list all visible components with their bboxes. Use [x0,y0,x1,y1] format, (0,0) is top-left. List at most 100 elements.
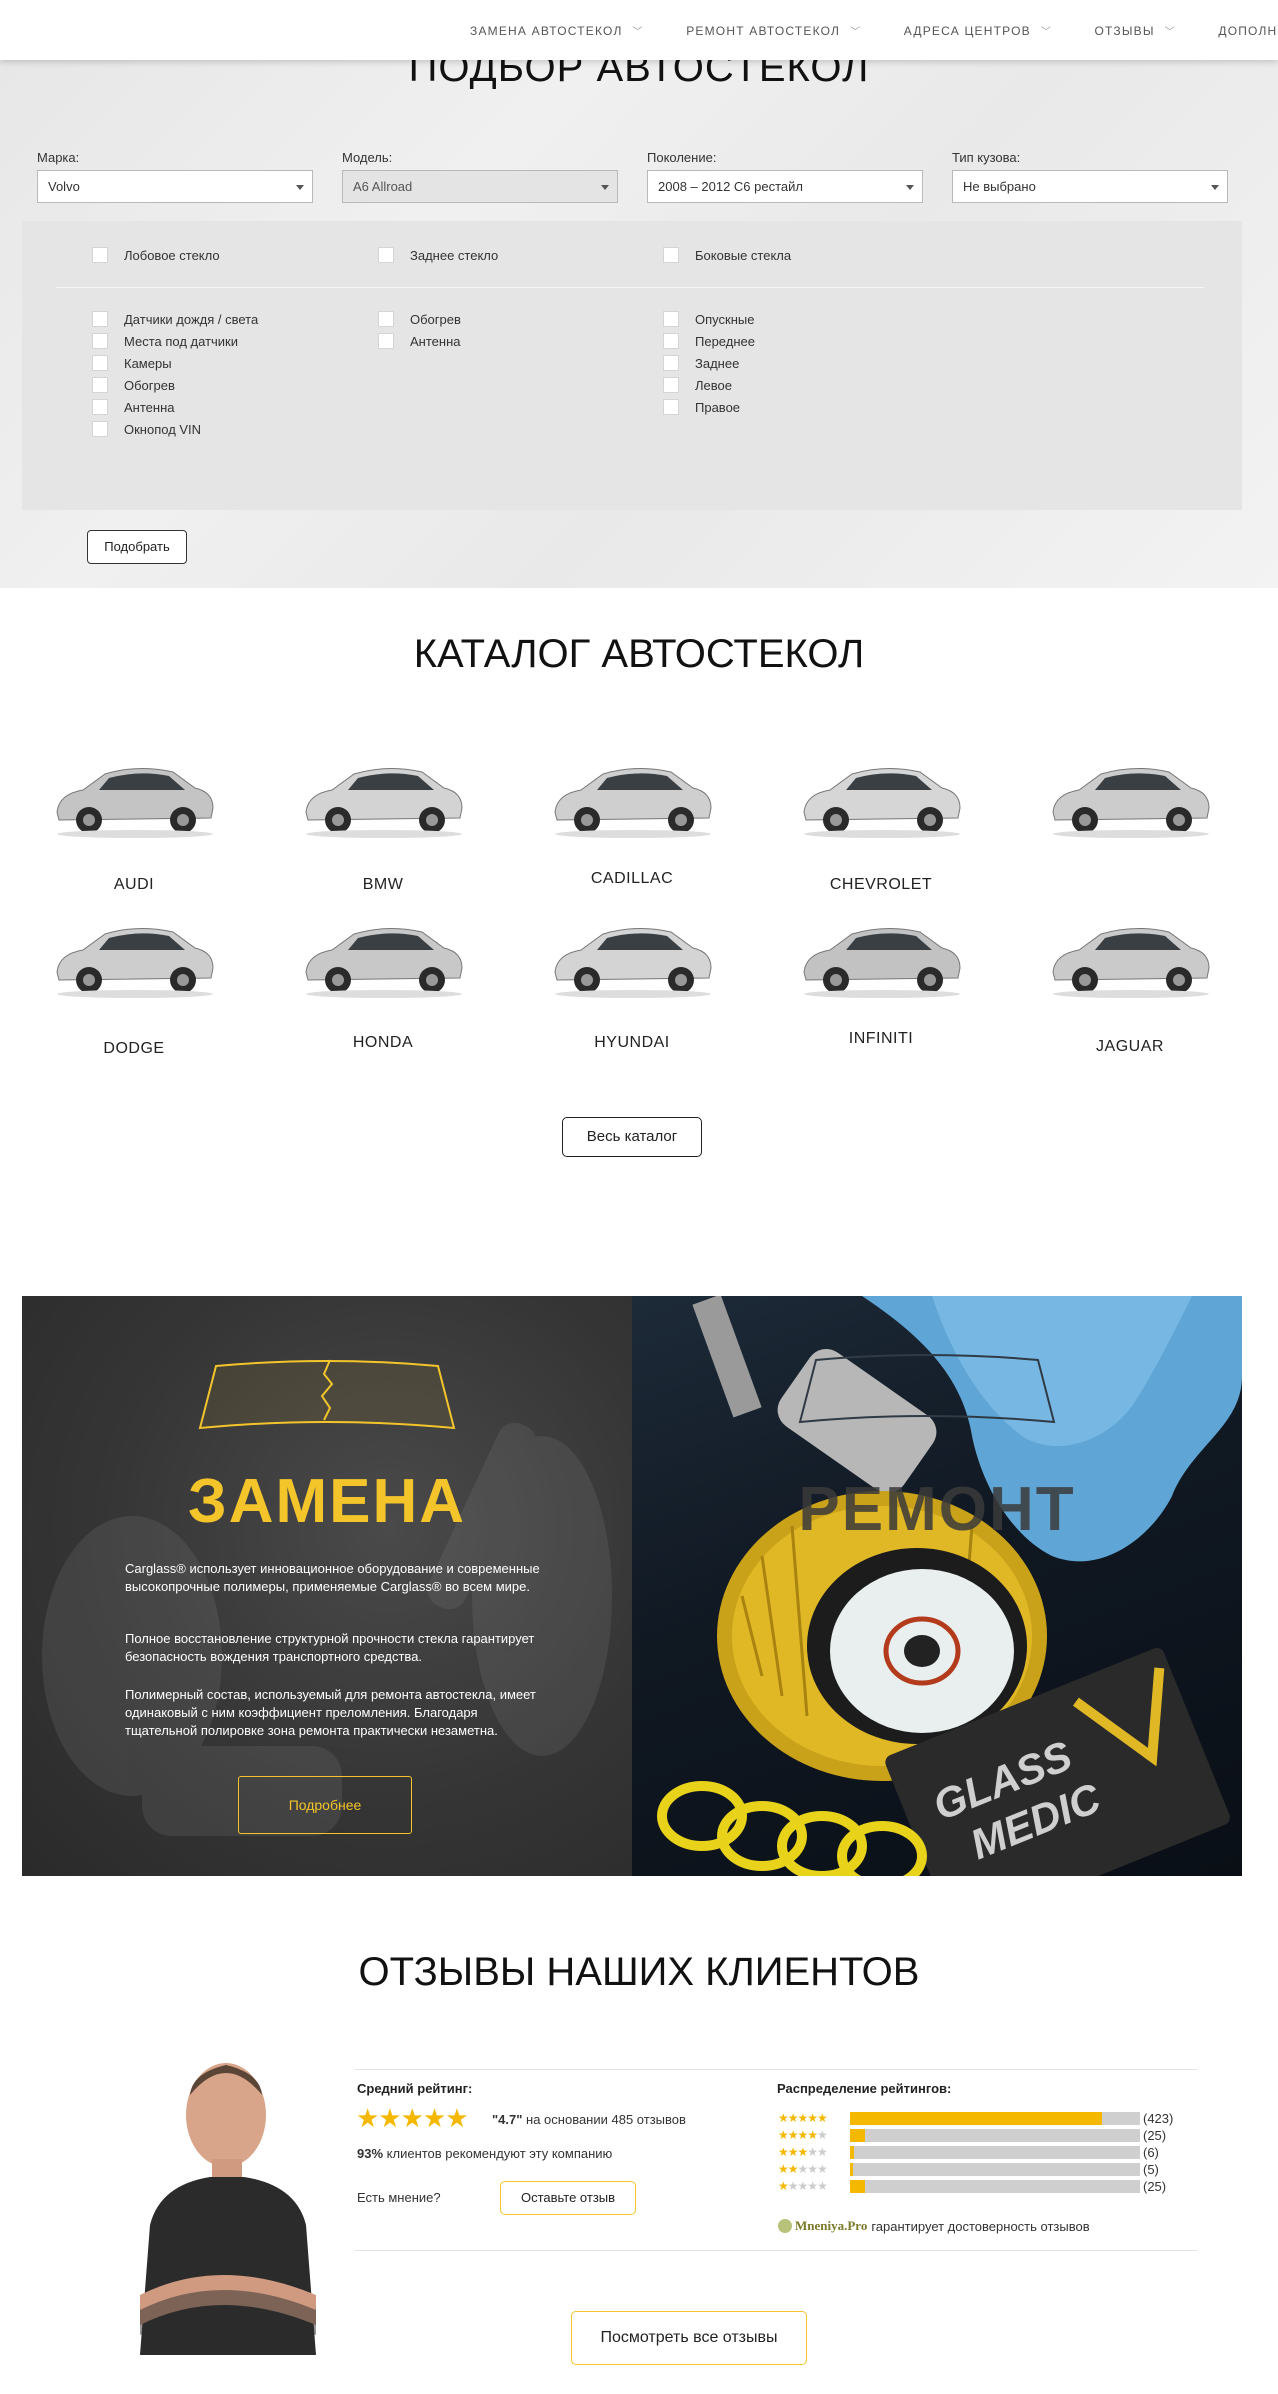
brand-value: Volvo [48,179,80,194]
replacement-panel[interactable]: ЗАМЕНА Carglass® использует инновационно… [22,1296,632,1876]
checkbox-box[interactable] [92,333,108,349]
brand-select[interactable]: Volvo [37,170,313,203]
generation-label: Поколение: [647,150,717,165]
checkbox-option[interactable]: Датчики дождя / света [92,311,258,327]
checkbox-option[interactable]: Переднее [663,333,755,349]
nav-label: ЗАМЕНА АВТОСТЕКОЛ [470,24,623,38]
checkbox-box[interactable] [92,247,108,263]
row-stars: ★★★★★ [778,2179,828,2193]
checkbox-box[interactable] [92,421,108,437]
nav-item-repair[interactable]: РЕМОНТ АВТОСТЕКОЛ ﹀ [686,23,861,38]
checkbox-option[interactable]: Правое [663,399,740,415]
checkbox-box[interactable] [663,399,679,415]
catalog-item-name: DODGE [103,1040,165,1057]
checkbox-box[interactable] [663,247,679,263]
opinion-label: Есть мнение? [357,2190,441,2205]
checkbox-box[interactable] [663,333,679,349]
catalog-item-audi[interactable]: AUDI [34,760,234,893]
checkbox-box[interactable] [378,333,394,349]
nav-item-reviews[interactable]: ОТЗЫВЫ ﹀ [1094,23,1175,38]
checkbox-rear-glass[interactable]: Заднее стекло [378,247,498,263]
rating-count: (6) [1143,2144,1159,2160]
checkbox-option[interactable]: Камеры [92,355,172,371]
model-select[interactable]: A6 Allroad [342,170,618,203]
checkbox-label: Боковые стекла [695,247,792,263]
pick-button[interactable]: Подобрать [87,530,187,564]
checkbox-label: Заднее [695,355,740,371]
checkbox-windshield[interactable]: Лобовое стекло [92,247,220,263]
nav-item-addresses[interactable]: АДРЕСА ЦЕНТРОВ ﹀ [904,23,1052,38]
generation-select[interactable]: 2008 – 2012 C6 рестайл [647,170,923,203]
catalog-item-name: AUDI [113,876,155,893]
catalog-item-peugeot[interactable] [1030,760,1230,840]
checkbox-label: Места под датчики [124,333,239,349]
leave-review-button[interactable]: Оставьте отзыв [500,2181,636,2215]
car-image [305,767,463,838]
top-navigation: ЗАМЕНА АВТОСТЕКОЛ ﹀ РЕМОНТ АВТОСТЕКОЛ ﹀ АД… [0,0,1278,60]
checkbox-option[interactable]: Антенна [378,333,460,349]
checkbox-option[interactable]: Заднее [663,355,739,371]
checkbox-box[interactable] [663,355,679,371]
replacement-text-3: Полимерный состав, используемый для ремо… [125,1687,536,1738]
catalog-item-name: BMW [362,876,404,893]
checkbox-label: Заднее стекло [410,247,499,263]
nav-item-extra-services[interactable]: ДОПОЛНИТЕЛЬНЫЕ УСЛУГИ [1218,24,1278,38]
reviews-bottom-divider [355,2250,1197,2251]
catalog-item-dodge[interactable]: DODGE [34,920,234,1057]
repair-panel[interactable]: GLASS MEDIC РЕМОНТ [632,1296,1242,1876]
catalog-item-honda[interactable]: HONDA [283,920,483,1051]
rating-bar-fill [850,2179,865,2193]
car-image [554,767,712,838]
checkbox-box[interactable] [92,355,108,371]
more-button[interactable]: Подробнее [238,1776,412,1834]
catalog-item-name: CHEVROLET [829,876,933,893]
specialist-photo [140,2063,316,2355]
repair-photo: GLASS MEDIC [657,1296,1242,1876]
catalog-item-chevrolet[interactable]: CHEVROLET [781,760,981,893]
brand-field: Марка: Volvo [37,150,313,203]
checkbox-option[interactable]: Места под датчики [92,333,238,349]
checkbox-label: Опускные [695,311,755,327]
checkbox-box[interactable] [663,311,679,327]
avg-rating-value: "4.7" [492,2112,523,2127]
panel-divider [56,287,1204,288]
catalog-item-hyundai[interactable]: HYUNDAI [532,920,732,1051]
rating-bar-track [850,2145,1140,2159]
nav-item-replacement[interactable]: ЗАМЕНА АВТОСТЕКОЛ ﹀ [470,23,644,38]
checkbox-option[interactable]: Левое [663,377,732,393]
checkbox-label: Антенна [124,399,175,415]
checkbox-option[interactable]: Антенна [92,399,174,415]
car-image [56,767,214,838]
catalog-item-name: CADILLAC [590,870,674,887]
checkbox-box[interactable] [92,399,108,415]
catalog-item-jaguar[interactable]: JAGUAR [1030,920,1230,1055]
checkbox-option[interactable]: Окнопод VIN [92,421,201,437]
all-catalog-button[interactable]: Весь каталог [562,1117,702,1157]
generation-field: Поколение: 2008 – 2012 C6 рестайл [647,150,923,203]
rating-count: (25) [1143,2178,1167,2194]
brand-label: Марка: [37,150,80,165]
checkbox-label: Лобовое стекло [124,247,220,263]
checkbox-label: Обогрев [410,311,461,327]
all-reviews-button[interactable]: Посмотреть все отзывы [571,2311,807,2365]
nav-label: РЕМОНТ АВТОСТЕКОЛ [686,24,841,38]
catalog-item-name: HYUNDAI [594,1034,670,1051]
chevron-down-icon: ﹀ [1164,27,1176,38]
chevron-down-icon: ﹀ [1040,27,1053,38]
checkbox-option[interactable]: Обогрев [378,311,461,327]
checkbox-box[interactable] [378,311,394,327]
options-panel: Лобовое стекло Заднее стекло Боковые сте… [22,221,1242,510]
catalog-item-bmw[interactable]: BMW [283,760,483,893]
checkbox-box[interactable] [92,377,108,393]
body-type-select[interactable]: Не выбрано [952,170,1228,203]
avg-rating-basis: на основании 485 отзывов [526,2112,686,2127]
checkbox-option[interactable]: Опускные [663,311,754,327]
checkbox-box[interactable] [378,247,394,263]
checkbox-box[interactable] [92,311,108,327]
provider-name[interactable]: Mneniya.Pro [795,2218,867,2234]
catalog-item-infiniti[interactable]: INFINITI [781,920,981,1047]
catalog-item-cadillac[interactable]: CADILLAC [532,760,732,887]
checkbox-side-glass[interactable]: Боковые стекла [663,247,791,263]
checkbox-option[interactable]: Обогрев [92,377,175,393]
checkbox-box[interactable] [663,377,679,393]
